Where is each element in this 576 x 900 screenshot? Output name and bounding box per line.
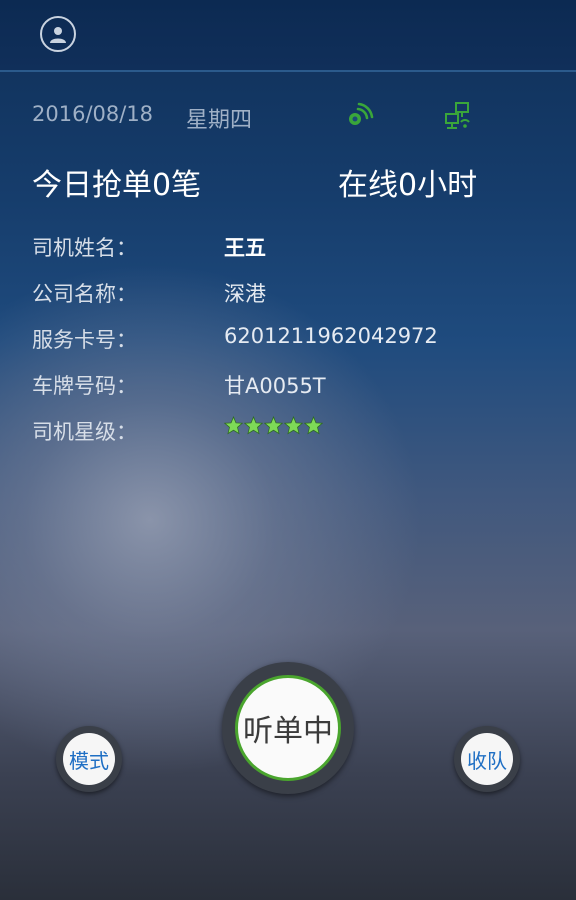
- end-shift-button[interactable]: 收队: [454, 726, 520, 792]
- user-avatar-icon: [50, 27, 66, 43]
- driver-rating-row: 司机星级：: [32, 416, 552, 462]
- company-name-value: 深港: [224, 282, 266, 306]
- driver-name-row: 司机姓名： 王五: [32, 232, 552, 278]
- gps-signal-icon: [349, 102, 374, 125]
- top-bar: [0, 0, 576, 72]
- driver-name-value: 王五: [224, 236, 266, 260]
- mode-button[interactable]: 模式: [56, 726, 122, 792]
- driver-rating-label: 司机星级：: [32, 420, 137, 444]
- star-icon: [284, 416, 303, 435]
- plate-number-value: 甘A0055T: [224, 374, 326, 398]
- star-icon: [224, 416, 243, 435]
- service-card-label: 服务卡号：: [32, 328, 137, 352]
- star-rating: [224, 416, 323, 435]
- driver-name-label: 司机姓名：: [32, 236, 137, 260]
- stats-row: 今日抢单0笔 在线0小时: [32, 160, 576, 203]
- plate-number-row: 车牌号码： 甘A0055T: [32, 370, 552, 416]
- current-weekday: 星期四: [186, 108, 253, 133]
- driver-info-list: 司机姓名： 王五 公司名称： 深港 服务卡号： 6201211962042972…: [32, 232, 552, 462]
- listen-orders-label: 听单中: [235, 675, 341, 781]
- star-icon: [304, 416, 323, 435]
- user-avatar-button[interactable]: [40, 16, 76, 52]
- company-name-row: 公司名称： 深港: [32, 278, 552, 324]
- service-card-value: 6201211962042972: [224, 324, 438, 348]
- network-connection-icon: [445, 102, 470, 129]
- end-shift-button-label: 收队: [461, 733, 513, 785]
- star-icon: [244, 416, 263, 435]
- listen-orders-button[interactable]: 听单中: [222, 662, 354, 794]
- star-icon: [264, 416, 283, 435]
- status-row: 2016/08/18 星期四: [32, 100, 576, 133]
- orders-today-count: 今日抢单0笔: [32, 168, 202, 203]
- service-card-row: 服务卡号： 6201211962042972: [32, 324, 552, 370]
- plate-number-label: 车牌号码：: [32, 374, 137, 398]
- current-date: 2016/08/18: [32, 102, 154, 126]
- online-hours-count: 在线0小时: [338, 168, 478, 203]
- company-name-label: 公司名称：: [32, 282, 137, 306]
- mode-button-label: 模式: [63, 733, 115, 785]
